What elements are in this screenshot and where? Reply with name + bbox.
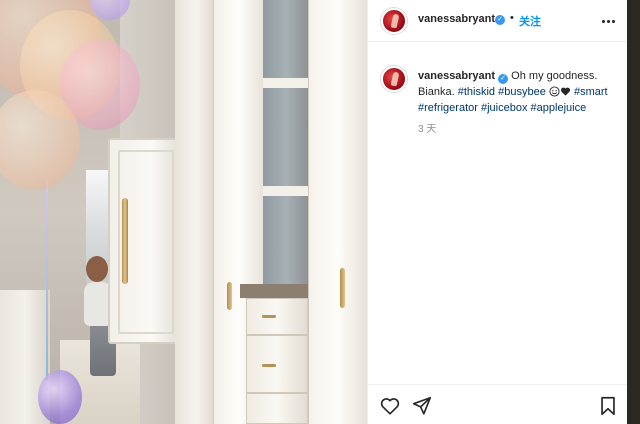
- heart-icon: [380, 398, 400, 415]
- photo-counter: [240, 284, 314, 298]
- avatar[interactable]: [381, 8, 407, 34]
- photo-drawer-line: [246, 392, 308, 394]
- photo-balloon: [38, 370, 82, 424]
- avatar[interactable]: [381, 66, 407, 92]
- post-timestamp[interactable]: 3 天: [418, 120, 436, 135]
- photo-shelf: [263, 186, 310, 196]
- background-edge: [627, 0, 640, 424]
- photo-shelf: [263, 78, 310, 88]
- photo-cabinet: [175, 0, 217, 424]
- hashtag-link[interactable]: #applejuice: [531, 102, 587, 114]
- photo-drawer-knob: [262, 364, 276, 367]
- photo-drawer-knob: [262, 315, 276, 318]
- photo-drawers: [246, 298, 308, 424]
- post-panel: vanessabryant ✓ • 关注 vanessabryant ✓ Oh …: [367, 0, 628, 424]
- verified-badge-icon: ✓: [498, 74, 509, 84]
- follow-button[interactable]: 关注: [519, 13, 541, 29]
- photo-drawer-line: [246, 334, 308, 336]
- photo-balloon-string: [46, 180, 48, 380]
- caption-username-link[interactable]: vanessabryant: [418, 70, 495, 82]
- separator-dot: •: [510, 12, 514, 24]
- hashtag-link[interactable]: #thiskid: [458, 86, 495, 98]
- save-button[interactable]: [597, 395, 619, 417]
- bookmark-icon: [601, 396, 615, 416]
- post-header: vanessabryant ✓ • 关注: [368, 0, 628, 42]
- smiling-face-icon: [549, 86, 560, 97]
- photo-cabinet-handle: [340, 268, 345, 308]
- like-button[interactable]: [379, 395, 401, 417]
- action-bar: [368, 384, 628, 424]
- hashtag-link[interactable]: #busybee: [498, 86, 546, 98]
- send-icon: [412, 396, 432, 415]
- hashtag-link[interactable]: #refrigerator: [418, 102, 478, 114]
- photo-fridge-handle: [122, 198, 128, 284]
- photo-cabinet: [308, 0, 367, 424]
- photo-child-head: [86, 256, 108, 282]
- photo-cabinet-handle: [227, 282, 232, 310]
- share-button[interactable]: [411, 395, 433, 417]
- hashtag-link[interactable]: #smart: [574, 86, 608, 98]
- more-options-icon[interactable]: [601, 14, 615, 28]
- hashtag-link[interactable]: #juicebox: [481, 102, 527, 114]
- photo-shelf-wall: [263, 0, 310, 290]
- username-link[interactable]: vanessabryant: [418, 13, 495, 25]
- post-photo[interactable]: [0, 0, 367, 424]
- caption-text: vanessabryant ✓ Oh my goodness. Bianka. …: [418, 68, 618, 116]
- verified-badge-icon: ✓: [495, 15, 505, 25]
- black-heart-icon: [560, 87, 570, 96]
